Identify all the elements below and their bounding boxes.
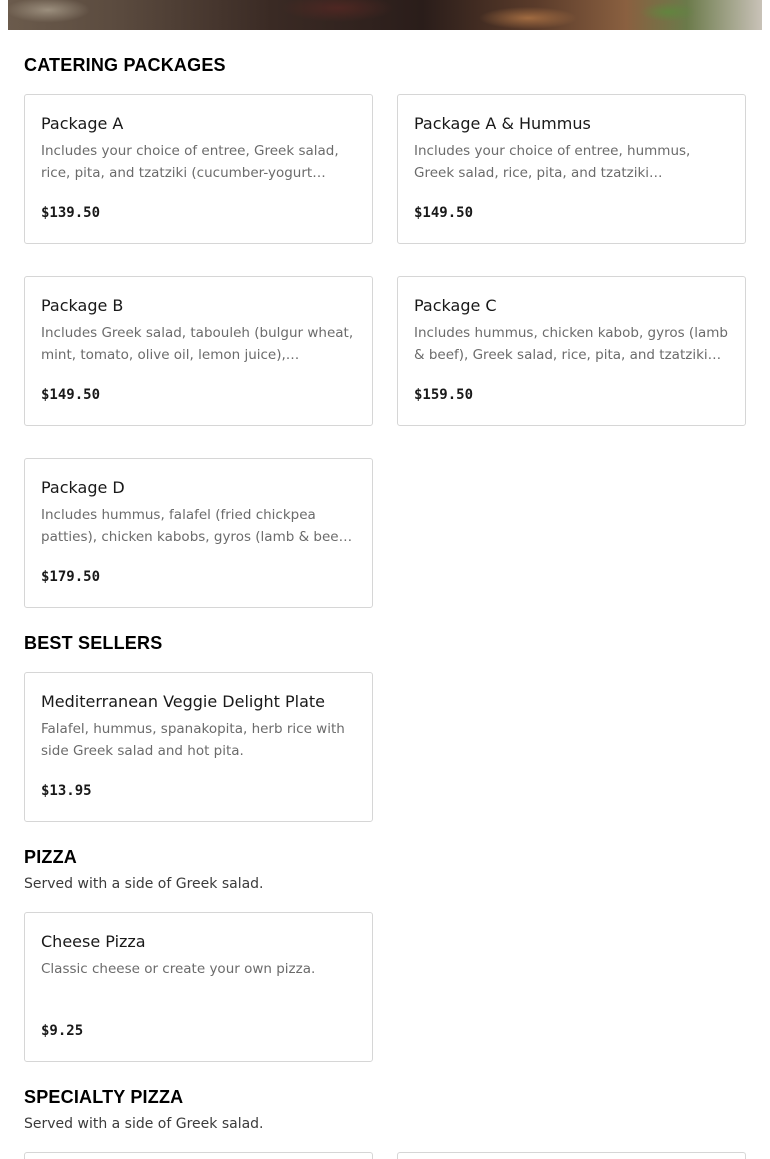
item-name: Cheese Pizza <box>41 932 146 951</box>
item-name: Package A & Hummus <box>414 114 591 133</box>
item-price: $149.50 <box>41 387 101 403</box>
menu-item-card[interactable] <box>397 1152 746 1159</box>
item-description: Includes Greek salad, tabouleh (bulgur w… <box>41 325 354 363</box>
menu-item-card[interactable]: Mediterranean Veggie Delight Plate Falaf… <box>24 672 373 822</box>
item-description: Includes your choice of entree, Greek sa… <box>41 143 339 181</box>
item-price: $179.50 <box>41 569 101 585</box>
item-price: $149.50 <box>414 205 474 221</box>
item-description: Falafel, hummus, spanakopita, herb rice … <box>41 721 345 759</box>
item-description: Classic cheese or create your own pizza. <box>41 961 316 977</box>
item-price: $9.25 <box>41 1023 84 1039</box>
section-title-pizza: PIZZA <box>24 847 77 867</box>
menu-item-card[interactable] <box>24 1152 373 1159</box>
section-title-specialty-pizza: SPECIALTY PIZZA <box>24 1087 184 1107</box>
item-price: $13.95 <box>41 783 92 799</box>
menu-item-card[interactable]: Package C Includes hummus, chicken kabob… <box>397 276 746 426</box>
hero-food-image <box>8 0 762 30</box>
item-description: Includes hummus, chicken kabob, gyros (l… <box>414 325 728 363</box>
section-title-best-sellers: BEST SELLERS <box>24 633 163 653</box>
menu-item-card[interactable]: Cheese Pizza Classic cheese or create yo… <box>24 912 373 1062</box>
menu-page: CATERING PACKAGES Package A Includes you… <box>0 0 770 1159</box>
menu-item-card[interactable]: Package A & Hummus Includes your choice … <box>397 94 746 244</box>
item-description: Includes your choice of entree, hummus, … <box>414 143 691 181</box>
menu-item-card[interactable]: Package A Includes your choice of entree… <box>24 94 373 244</box>
item-name: Package B <box>41 296 124 315</box>
item-name: Package A <box>41 114 124 133</box>
item-name: Package C <box>414 296 497 315</box>
section-subtitle-pizza: Served with a side of Greek salad. <box>24 876 264 892</box>
item-name: Package D <box>41 478 125 497</box>
item-price: $159.50 <box>414 387 474 403</box>
menu-item-card[interactable]: Package B Includes Greek salad, tabouleh… <box>24 276 373 426</box>
section-subtitle-specialty-pizza: Served with a side of Greek salad. <box>24 1116 264 1132</box>
item-description: Includes hummus, falafel (fried chickpea… <box>41 507 353 545</box>
item-price: $139.50 <box>41 205 101 221</box>
item-name: Mediterranean Veggie Delight Plate <box>41 692 326 711</box>
menu-item-card[interactable]: Package D Includes hummus, falafel (frie… <box>24 458 373 608</box>
section-title-catering: CATERING PACKAGES <box>24 55 226 75</box>
